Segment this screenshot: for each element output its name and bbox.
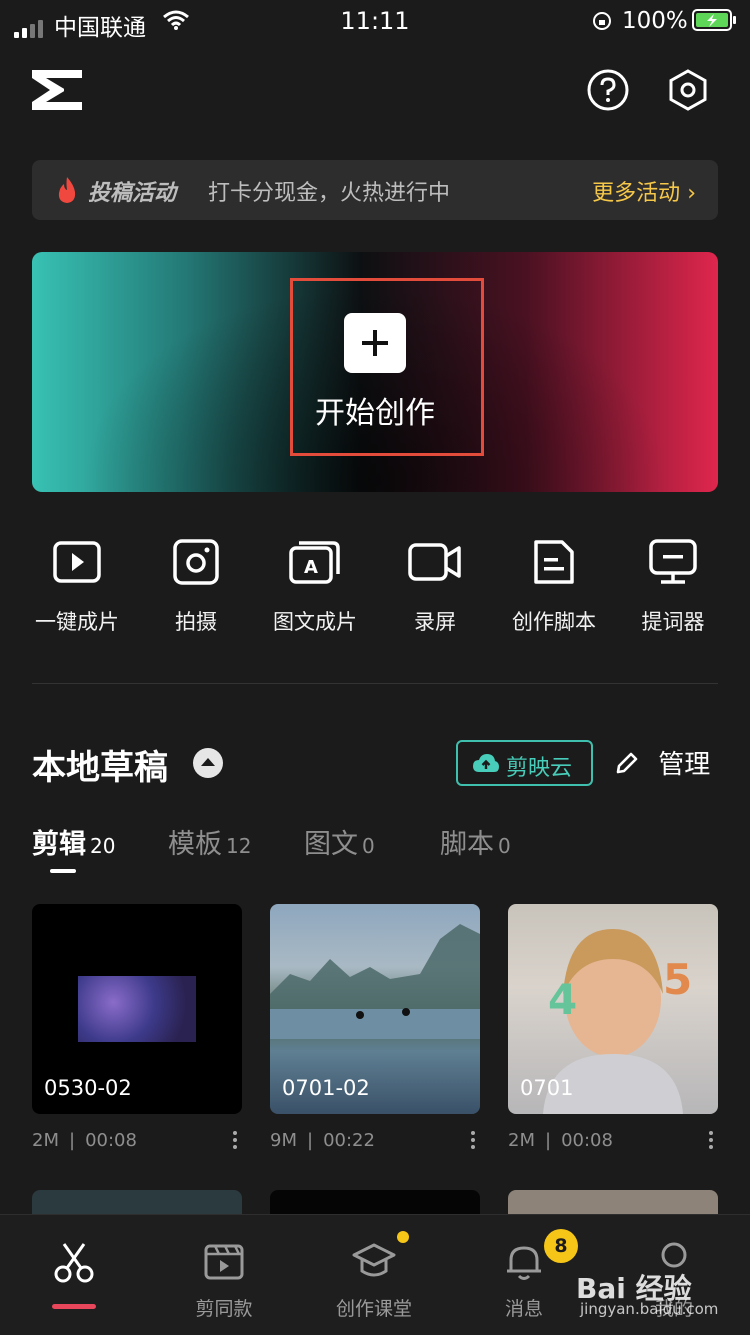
graduation-cap-icon <box>352 1243 396 1277</box>
draft-more-button[interactable] <box>471 1131 477 1152</box>
nav-label: 消息 <box>504 1298 543 1320</box>
notification-dot <box>397 1231 409 1243</box>
svg-text:A: A <box>304 557 318 578</box>
teleprompter-icon <box>649 539 697 584</box>
draft-duration: 00:08 <box>85 1130 137 1151</box>
activity-tag: 投稿活动 <box>88 181 177 206</box>
play-box-icon <box>53 541 101 583</box>
cloud-button[interactable]: 剪映云 <box>456 740 593 786</box>
tab-label: 剪辑 <box>32 829 86 860</box>
settings-button[interactable] <box>667 69 709 111</box>
clapperboard-icon <box>204 1244 244 1280</box>
tool-script[interactable]: 创作脚本 <box>494 536 614 636</box>
tab-count: 12 <box>226 834 252 858</box>
tab-label: 脚本 <box>440 829 494 860</box>
camera-icon <box>173 539 219 585</box>
video-record-icon <box>408 543 461 581</box>
activity-text: 打卡分现金，火热进行中 <box>208 181 451 206</box>
tool-screen-record[interactable]: 录屏 <box>375 536 495 636</box>
tool-shoot[interactable]: 拍摄 <box>136 536 256 636</box>
draft-card[interactable]: 0701-02 <box>270 904 480 1114</box>
tab-script[interactable]: 脚本 0 <box>440 822 511 861</box>
manage-label: 管理 <box>658 750 711 780</box>
tool-label: 一键成片 <box>35 610 119 634</box>
draft-thumbnail <box>270 924 480 1039</box>
cloud-label: 剪映云 <box>506 756 573 781</box>
draft-size: 2M <box>508 1130 535 1151</box>
text-image-icon: A <box>289 541 340 584</box>
more-activities-label: 更多活动 <box>592 181 681 206</box>
draft-meta: 2M | 00:08 <box>508 1130 613 1151</box>
active-tab-indicator <box>50 869 76 873</box>
gear-icon <box>669 69 707 111</box>
draft-duration: 00:22 <box>323 1130 375 1151</box>
rotation-lock-icon <box>593 12 611 30</box>
tab-count: 0 <box>362 834 375 858</box>
watermark-url: jingyan.baidu.com <box>580 1300 719 1318</box>
tab-label: 模板 <box>168 829 222 860</box>
svg-text:4: 4 <box>548 975 577 1024</box>
battery-icon <box>692 9 736 31</box>
cloud-upload-icon <box>473 754 499 772</box>
new-project-button[interactable] <box>344 313 406 373</box>
tool-label: 录屏 <box>414 610 456 634</box>
draft-size: 9M <box>270 1130 297 1151</box>
tool-label: 提词器 <box>641 610 705 634</box>
nav-label: 创作课堂 <box>335 1298 412 1320</box>
draft-name: 0530-02 <box>44 1076 132 1100</box>
battery-percent: 100% <box>622 8 688 34</box>
activity-banner[interactable]: 投稿活动 打卡分现金，火热进行中 更多活动 › <box>32 160 718 220</box>
tab-count: 0 <box>498 834 511 858</box>
tool-one-click[interactable]: 一键成片 <box>17 536 137 636</box>
tab-template[interactable]: 模板 12 <box>168 822 251 861</box>
divider <box>32 683 718 684</box>
draft-more-button[interactable] <box>233 1131 239 1152</box>
svg-text:5: 5 <box>663 955 692 1004</box>
tab-edit[interactable]: 剪辑 20 <box>32 822 115 861</box>
chevron-right-icon: › <box>687 181 696 206</box>
draft-name: 0701 <box>520 1076 574 1100</box>
caret-up-icon <box>201 758 215 766</box>
draft-card[interactable]: 4 5 0701 <box>508 904 718 1114</box>
tool-label: 图文成片 <box>273 610 357 634</box>
flame-icon <box>58 177 76 203</box>
nav-templates[interactable]: 剪同款 <box>164 1240 284 1321</box>
scissors-icon <box>54 1243 94 1283</box>
tool-label: 拍摄 <box>175 610 217 634</box>
draft-card[interactable]: 0530-02 <box>32 904 242 1114</box>
nav-label: 剪同款 <box>195 1298 253 1320</box>
draft-meta: 9M | 00:22 <box>270 1130 375 1151</box>
drafts-title: 本地草稿 <box>32 748 168 788</box>
nav-edit[interactable] <box>14 1240 134 1296</box>
draft-thumbnail <box>78 976 196 1042</box>
manage-button[interactable]: 管理 <box>614 744 710 781</box>
bell-icon <box>507 1246 541 1280</box>
active-nav-indicator <box>52 1304 96 1309</box>
tab-count: 20 <box>90 834 116 858</box>
status-bar: 中国联通 11:11 100% <box>0 0 750 44</box>
draft-meta: 2M | 00:08 <box>32 1130 137 1151</box>
draft-size: 2M <box>32 1130 59 1151</box>
help-button[interactable] <box>587 69 629 111</box>
tool-text-to-video[interactable]: A 图文成片 <box>255 536 375 636</box>
script-doc-icon <box>534 540 574 584</box>
help-icon <box>587 69 629 111</box>
plus-icon <box>362 330 388 356</box>
draft-name: 0701-02 <box>282 1076 370 1100</box>
pencil-icon <box>616 752 638 774</box>
message-badge: 8 <box>544 1229 578 1263</box>
draft-more-button[interactable] <box>709 1131 715 1152</box>
tool-label: 创作脚本 <box>512 610 596 634</box>
tool-teleprompter[interactable]: 提词器 <box>613 536 733 636</box>
tab-label: 图文 <box>304 829 358 860</box>
draft-duration: 00:08 <box>561 1130 613 1151</box>
more-activities-link[interactable]: 更多活动 › <box>592 175 696 207</box>
capcut-logo <box>32 70 82 110</box>
collapse-toggle[interactable] <box>193 748 223 778</box>
nav-classroom[interactable]: 创作课堂 <box>314 1240 434 1321</box>
start-creating-label: 开始创作 <box>315 396 435 431</box>
tab-image-text[interactable]: 图文 0 <box>304 822 375 861</box>
